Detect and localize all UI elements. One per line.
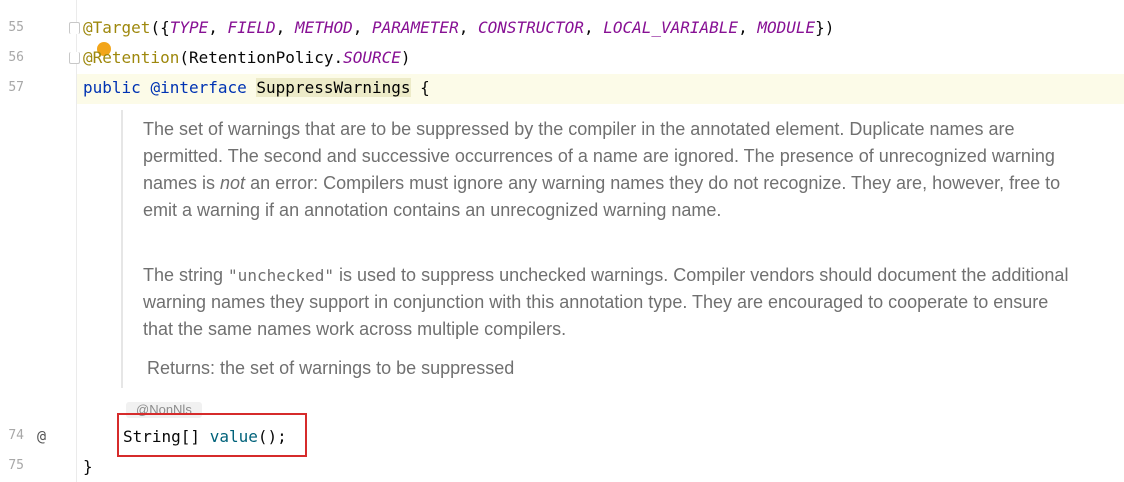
const-constructor: CONSTRUCTOR xyxy=(477,18,584,37)
line-number-75: 75 xyxy=(8,458,24,473)
line-number-57: 57 xyxy=(8,80,24,95)
keyword-interface: @interface xyxy=(150,78,247,97)
code-line-56[interactable]: @Retention(RetentionPolicy.SOURCE) xyxy=(83,48,411,68)
doc-code: "unchecked" xyxy=(228,266,335,285)
overrides-marker-icon[interactable]: @ xyxy=(37,427,46,445)
code-line-57[interactable]: public @interface SuppressWarnings { xyxy=(83,78,430,98)
keyword-public: public xyxy=(83,78,141,97)
line-number-74: 74 xyxy=(8,428,24,443)
highlight-box xyxy=(117,413,307,457)
doc-text: an error: Compilers must ignore any warn… xyxy=(143,173,1061,220)
doc-paragraph-2: The string "unchecked" is used to suppre… xyxy=(143,262,1083,343)
annotation-target: @Target xyxy=(83,18,151,37)
punct: , xyxy=(208,18,228,37)
punct: , xyxy=(583,18,604,37)
punct: , xyxy=(458,18,478,37)
line-number-56: 56 xyxy=(8,50,24,65)
punct: { xyxy=(410,78,430,97)
doc-comment-bar xyxy=(121,110,123,388)
doc-returns-text: the set of warnings to be suppressed xyxy=(215,358,515,378)
punct: ) xyxy=(400,48,411,67)
punct: }) xyxy=(815,18,835,37)
const-parameter: PARAMETER xyxy=(372,18,459,37)
doc-text: The string xyxy=(143,265,229,285)
const-field: FIELD xyxy=(227,18,276,37)
const-source: SOURCE xyxy=(343,48,401,67)
doc-returns-label: Returns: xyxy=(147,358,216,378)
punct: (RetentionPolicy. xyxy=(179,48,344,67)
closing-brace: } xyxy=(83,457,93,476)
const-method: METHOD xyxy=(294,18,353,37)
editor-gutter: 55 56 57 74 75 @ xyxy=(0,0,80,482)
punct: , xyxy=(738,18,758,37)
punct: , xyxy=(352,18,372,37)
line-number-55: 55 xyxy=(8,20,24,35)
doc-paragraph-1: The set of warnings that are to be suppr… xyxy=(143,116,1083,224)
const-local-variable: LOCAL_VARIABLE xyxy=(603,18,739,37)
fold-end-icon[interactable] xyxy=(69,52,80,64)
code-line-75[interactable]: } xyxy=(83,457,93,477)
const-module: MODULE xyxy=(757,18,816,37)
class-name: SuppressWarnings xyxy=(256,78,411,97)
const-type: TYPE xyxy=(169,18,209,37)
punct: ({ xyxy=(150,18,170,37)
fold-start-icon[interactable] xyxy=(69,22,80,34)
code-line-55[interactable]: @Target({TYPE, FIELD, METHOD, PARAMETER,… xyxy=(83,18,834,38)
doc-emphasis: not xyxy=(220,173,246,193)
annotation-retention: @Retention xyxy=(83,48,180,67)
punct: , xyxy=(275,18,295,37)
doc-returns: Returns: the set of warnings to be suppr… xyxy=(147,355,1087,382)
